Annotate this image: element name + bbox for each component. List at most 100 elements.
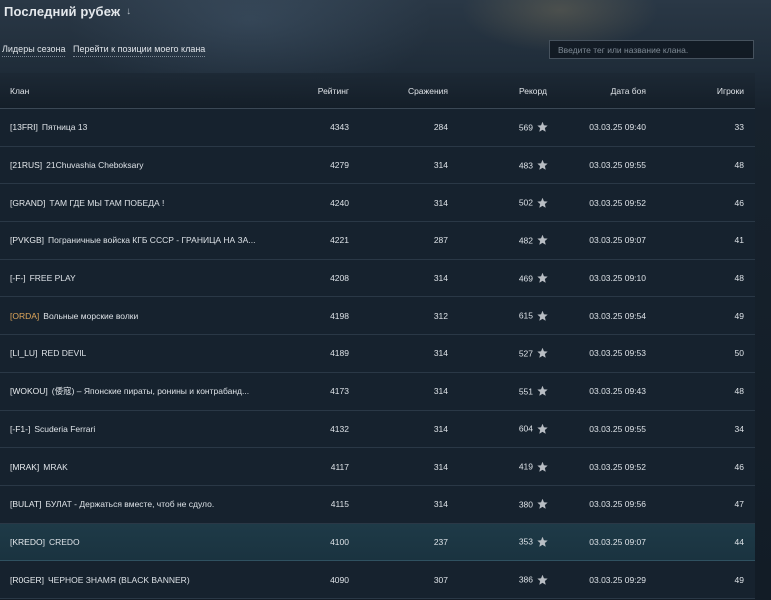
star-icon	[537, 235, 548, 246]
toolbar: Лидеры сезона Перейти к позиции моего кл…	[0, 40, 771, 62]
rating-cell: 4100	[330, 536, 349, 547]
table-row[interactable]: [21RUS] 21Chuvashia Cheboksary 4279 314 4…	[0, 146, 755, 185]
clan-search-input[interactable]	[549, 40, 754, 59]
table-row[interactable]: [LI_LU] RED DEVIL 4189 314 527 03.03.25 0…	[0, 335, 755, 373]
clan-name: RED DEVIL	[41, 348, 87, 359]
record-value: 569	[518, 122, 533, 133]
record-value: 380	[518, 499, 533, 510]
rating-cell: 4189	[330, 348, 349, 359]
record-value: 483	[518, 160, 533, 171]
clan-cell: [BULAT] БУЛАТ - Держаться вместе, чтоб не…	[10, 499, 260, 509]
clan-cell: [-F-] FREE PLAY	[10, 273, 260, 283]
battles-cell: 314	[433, 348, 448, 359]
date-cell: 03.03.25 09:53	[589, 348, 646, 359]
column-header-players[interactable]: Игроки	[717, 86, 744, 96]
record-value: 482	[518, 235, 533, 246]
date-cell: 03.03.25 09:29	[589, 574, 646, 585]
clan-tag: [21RUS]	[10, 160, 43, 171]
table-row[interactable]: [13FRI] Пятница 13 4343 284 569 03.03.25 …	[0, 109, 755, 147]
record-value: 551	[518, 386, 533, 397]
rating-cell: 4132	[330, 423, 349, 434]
clan-tag: [WOKOU]	[10, 386, 48, 397]
column-header-record[interactable]: Рекорд	[519, 86, 547, 96]
record-value: 502	[518, 197, 533, 208]
battles-cell: 314	[433, 461, 448, 472]
clan-name: ТАМ ГДЕ МЫ ТАМ ПОБЕДА !	[49, 197, 165, 208]
players-cell: 46	[734, 461, 744, 472]
clan-cell: [R0GER] ЧЕРНОЕ ЗНАМЯ (BLACK BANNER)	[10, 575, 260, 585]
battles-cell: 314	[433, 423, 448, 434]
record-value: 419	[518, 461, 533, 472]
battles-cell: 307	[433, 574, 448, 585]
date-cell: 03.03.25 09:55	[589, 423, 646, 434]
season-leaders-link[interactable]: Лидеры сезона	[2, 44, 66, 57]
clan-name: FREE PLAY	[29, 273, 76, 284]
clan-cell: [PVKGB] Пограничные войска КГБ СССР - ГРА…	[10, 235, 260, 245]
clan-name: 21Chuvashia Cheboksary	[46, 160, 144, 171]
players-cell: 49	[734, 574, 744, 585]
table-body: [13FRI] Пятница 13 4343 284 569 03.03.25 …	[0, 109, 755, 599]
battles-cell: 237	[433, 536, 448, 547]
rating-cell: 4343	[330, 122, 349, 133]
clan-tag: [-F-]	[10, 273, 26, 284]
goto-my-clan-link[interactable]: Перейти к позиции моего клана	[73, 44, 206, 57]
clan-cell: [13FRI] Пятница 13	[10, 122, 260, 132]
star-icon	[537, 385, 548, 397]
table-row[interactable]: [-F-] FREE PLAY 4208 314 469 03.03.25 09:…	[0, 259, 755, 298]
clan-name: MRAK	[43, 461, 68, 472]
table-row[interactable]: [BULAT] БУЛАТ - Держаться вместе, чтоб не…	[0, 485, 755, 524]
table-row[interactable]: [MRAK] MRAK 4117 314 419 03.03.25 09:52 4…	[0, 448, 755, 486]
column-header-clan[interactable]: Клан	[10, 86, 29, 96]
table-row[interactable]: [WOKOU] (倭寇) – Японские пираты, ронины и …	[0, 372, 755, 411]
table-row[interactable]: [KREDO] CREDO 4100 237 353 03.03.25 09:07…	[0, 523, 755, 562]
clan-name: CREDO	[48, 536, 80, 547]
record-value: 615	[518, 310, 533, 321]
star-icon	[537, 536, 548, 547]
table-row[interactable]: [-F1-] Scuderia Ferrari 4132 314 604 03.0…	[0, 410, 755, 449]
clan-tag: [GRAND]	[10, 197, 46, 208]
table-row[interactable]: [GRAND] ТАМ ГДЕ МЫ ТАМ ПОБЕДА ! 4240 314 …	[0, 184, 755, 223]
record-value: 353	[518, 536, 533, 547]
clan-tag: [KREDO]	[10, 536, 45, 547]
rating-cell: 4117	[330, 461, 349, 472]
column-header-date[interactable]: Дата боя	[611, 86, 646, 96]
clan-cell: [LI_LU] RED DEVIL	[10, 348, 260, 358]
clan-tag: [-F1-]	[10, 423, 31, 434]
record-value: 604	[518, 423, 533, 434]
clan-name: БУЛАТ - Держаться вместе, чтоб не сдуло.	[45, 499, 215, 510]
date-cell: 03.03.25 09:55	[589, 160, 646, 171]
record-cell: 469	[519, 272, 548, 284]
record-cell: 615	[519, 310, 548, 321]
clan-cell: [KREDO] CREDO	[10, 537, 260, 547]
star-icon	[537, 159, 548, 171]
table-row[interactable]: [R0GER] ЧЕРНОЕ ЗНАМЯ (BLACK BANNER) 4090 …	[0, 561, 755, 599]
rating-cell: 4279	[330, 160, 349, 171]
clan-tag: [LI_LU]	[10, 348, 38, 359]
clan-cell: [MRAK] MRAK	[10, 462, 260, 472]
clan-ratings-table: Клан Рейтинг Сражения Рекорд Дата боя Иг…	[0, 73, 755, 599]
clan-tag: [BULAT]	[10, 499, 42, 510]
clan-name: Пограничные войска КГБ СССР - ГРАНИЦА НА…	[48, 235, 256, 246]
players-cell: 46	[734, 197, 744, 208]
date-cell: 03.03.25 09:56	[589, 499, 646, 510]
battles-cell: 314	[433, 386, 448, 397]
star-icon	[537, 348, 548, 359]
star-icon	[537, 197, 548, 208]
record-value: 386	[518, 574, 533, 585]
record-cell: 386	[519, 574, 548, 585]
rating-cell: 4208	[330, 273, 349, 284]
table-row[interactable]: [ORDA] Вольные морские волки 4198 312 615…	[0, 297, 755, 336]
battles-cell: 284	[433, 122, 448, 133]
record-cell: 604	[519, 423, 548, 434]
players-cell: 50	[734, 348, 744, 359]
clan-name: Пятница 13	[41, 122, 88, 133]
date-cell: 03.03.25 09:07	[589, 536, 646, 547]
date-cell: 03.03.25 09:52	[589, 197, 646, 208]
column-header-battles[interactable]: Сражения	[408, 86, 448, 96]
clan-tag: [PVKGB]	[10, 235, 45, 246]
record-cell: 483	[518, 159, 548, 171]
arrow-down-icon[interactable]: ↓	[126, 6, 131, 17]
table-row[interactable]: [PVKGB] Пограничные войска КГБ СССР - ГРА…	[0, 222, 755, 260]
column-header-rating[interactable]: Рейтинг	[318, 86, 349, 96]
battles-cell: 287	[433, 235, 448, 246]
